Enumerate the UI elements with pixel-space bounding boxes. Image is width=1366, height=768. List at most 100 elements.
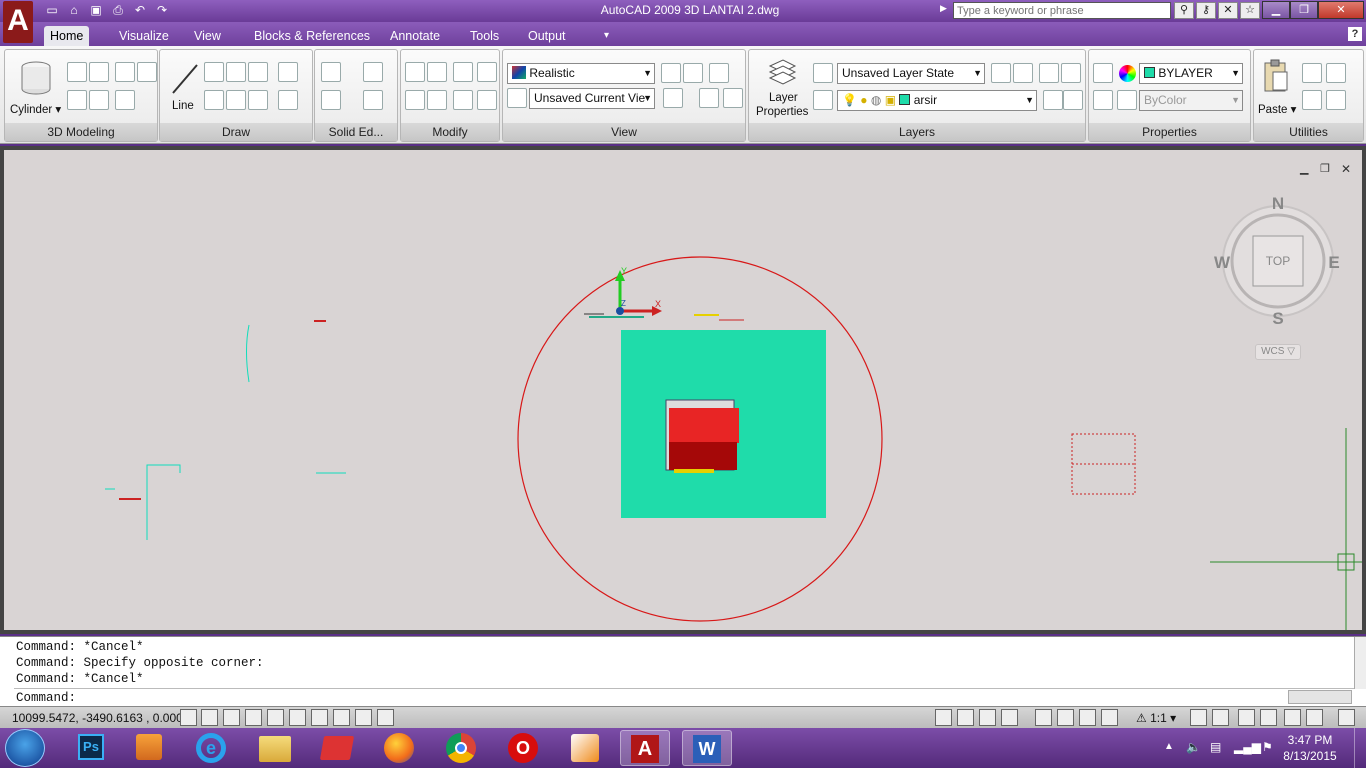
- paste-icon[interactable]: [1262, 58, 1290, 94]
- layer-state-dropdown[interactable]: Unsaved Layer State ▼: [837, 63, 985, 84]
- visual-style-3dwire-icon[interactable]: [661, 63, 681, 83]
- volume-icon[interactable]: 🔈: [1186, 740, 1201, 754]
- plot-style-dropdown[interactable]: ByColor ▼: [1139, 90, 1243, 111]
- circle-icon[interactable]: [278, 90, 298, 110]
- extrude-icon[interactable]: [67, 62, 87, 82]
- layer-previous-icon[interactable]: [813, 90, 833, 110]
- layer-isolate-icon[interactable]: [1039, 63, 1059, 83]
- open-icon[interactable]: ⌂: [66, 3, 82, 18]
- imprint-icon[interactable]: [363, 90, 383, 110]
- taskbar-autocad[interactable]: A: [620, 730, 670, 766]
- clean-screen-icon[interactable]: [1338, 709, 1355, 726]
- union-icon[interactable]: [321, 62, 341, 82]
- separate-icon[interactable]: [321, 90, 341, 110]
- ellipse-icon[interactable]: [278, 62, 298, 82]
- panel-title-view[interactable]: View: [503, 123, 745, 141]
- viewcube[interactable]: TOP N S E W: [1214, 194, 1340, 328]
- visual-style-dropdown[interactable]: Realistic ▼: [507, 63, 655, 84]
- layer-match-icon[interactable]: [1013, 63, 1033, 83]
- line-button[interactable]: Line: [172, 100, 194, 112]
- taskbar-chrome[interactable]: [436, 730, 486, 766]
- workspace-switching-icon[interactable]: [1238, 709, 1255, 726]
- taskbar-book-app[interactable]: [312, 730, 362, 766]
- plot-style-icon[interactable]: [1117, 90, 1137, 110]
- match-properties-icon[interactable]: [1093, 63, 1113, 83]
- restore-button[interactable]: ❐: [1290, 1, 1318, 19]
- lock-ui-icon[interactable]: [1260, 709, 1277, 726]
- layout2-icon[interactable]: [979, 709, 996, 726]
- cyan-arc[interactable]: [246, 324, 250, 383]
- panel-title-draw[interactable]: Draw: [160, 123, 312, 141]
- save-icon[interactable]: ▣: [88, 3, 104, 18]
- tab-annotate[interactable]: Annotate: [384, 26, 446, 46]
- system-clock[interactable]: 3:47 PM 8/13/2015: [1280, 732, 1340, 764]
- layout1-icon[interactable]: [957, 709, 974, 726]
- taskbar-word[interactable]: W: [682, 730, 732, 766]
- horizontal-scrollbar[interactable]: [1288, 690, 1352, 704]
- region-icon[interactable]: [248, 62, 268, 82]
- taskbar-photoshop[interactable]: Ps: [66, 730, 116, 766]
- camera-icon[interactable]: [699, 88, 719, 108]
- minimize-button[interactable]: ▁: [1262, 1, 1290, 19]
- taskbar-internet-explorer[interactable]: e: [186, 730, 236, 766]
- undo-icon[interactable]: ↶: [132, 3, 148, 18]
- scale-icon[interactable]: [477, 90, 497, 110]
- plot-icon[interactable]: ⎙: [110, 3, 126, 18]
- show-desktop-button[interactable]: [1354, 728, 1366, 768]
- compass-west[interactable]: W: [1214, 253, 1231, 272]
- taskbar-firefox[interactable]: [374, 730, 424, 766]
- tab-home[interactable]: Home: [44, 26, 90, 46]
- visual-style-conceptual-icon[interactable]: [683, 63, 703, 83]
- copy-clip-icon[interactable]: [1326, 63, 1346, 83]
- copy-icon[interactable]: [453, 62, 473, 82]
- toolbar-lock-icon[interactable]: [1284, 709, 1301, 726]
- device-icon[interactable]: ▤: [1210, 740, 1221, 754]
- status-menu-icon[interactable]: [1306, 709, 1323, 726]
- layer-state-icon[interactable]: [813, 63, 833, 83]
- 3d-rotate-icon[interactable]: [427, 62, 447, 82]
- 3d-array-icon[interactable]: [427, 90, 447, 110]
- panel-title-3d-modeling[interactable]: 3D Modeling: [5, 123, 157, 141]
- close-button[interactable]: ✕: [1318, 1, 1364, 19]
- loft-icon[interactable]: [89, 90, 109, 110]
- cylinder-button[interactable]: Cylinder ▾: [10, 102, 61, 116]
- ribbon-options-icon[interactable]: ▾: [598, 26, 615, 46]
- osnap-icon[interactable]: [267, 709, 284, 726]
- panel-title-properties[interactable]: Properties: [1089, 123, 1250, 141]
- yellow-base[interactable]: [674, 469, 714, 473]
- layer-freeze-icon[interactable]: [1063, 90, 1083, 110]
- trim-icon[interactable]: [477, 62, 497, 82]
- layer-off-icon[interactable]: [1043, 90, 1063, 110]
- named-view-dropdown[interactable]: Unsaved Current Vie ▼: [529, 88, 655, 109]
- annotation-scale[interactable]: ⚠ 1:1 ▾: [1136, 711, 1176, 725]
- tab-output[interactable]: Output: [522, 26, 572, 46]
- taskbar-file-explorer[interactable]: [250, 730, 300, 766]
- rectangle-icon[interactable]: [248, 90, 268, 110]
- 3d-osnap-icon[interactable]: [289, 709, 306, 726]
- list-icon[interactable]: [1093, 90, 1113, 110]
- pan-icon[interactable]: [709, 63, 729, 83]
- tab-blocks-references[interactable]: Blocks & References: [248, 26, 376, 46]
- measure-icon[interactable]: [1302, 90, 1322, 110]
- ucs-menu-button[interactable]: WCS ▽: [1255, 344, 1301, 360]
- grid-icon[interactable]: [201, 709, 218, 726]
- taskbar-media-player[interactable]: [124, 730, 174, 766]
- color-wheel-icon[interactable]: [1119, 65, 1136, 82]
- quick-select-icon[interactable]: [1326, 90, 1346, 110]
- coordinate-display[interactable]: 10099.5472, -3490.6163 , 0.0000: [12, 711, 190, 725]
- red-box-top[interactable]: [669, 408, 739, 443]
- line-icon[interactable]: [170, 62, 200, 96]
- steering-wheel-icon[interactable]: [1079, 709, 1096, 726]
- color-dropdown[interactable]: BYLAYER ▼: [1139, 63, 1243, 84]
- panel-title-solid-editing[interactable]: Solid Ed...: [315, 123, 397, 141]
- red-box-bottom[interactable]: [669, 442, 737, 470]
- new-icon[interactable]: ▭: [44, 3, 60, 18]
- layer-walk-icon[interactable]: [991, 63, 1011, 83]
- search-input[interactable]: [953, 2, 1171, 19]
- paste-button[interactable]: Paste ▾: [1258, 102, 1296, 116]
- current-layer-dropdown[interactable]: 💡 ● ◍ ▣ arsir ▼: [837, 90, 1037, 111]
- communication-center-icon[interactable]: ⚷: [1196, 2, 1216, 19]
- zoom-status-icon[interactable]: [1057, 709, 1074, 726]
- command-input-line[interactable]: Command:: [14, 688, 1354, 705]
- taskbar-opera[interactable]: O: [498, 730, 548, 766]
